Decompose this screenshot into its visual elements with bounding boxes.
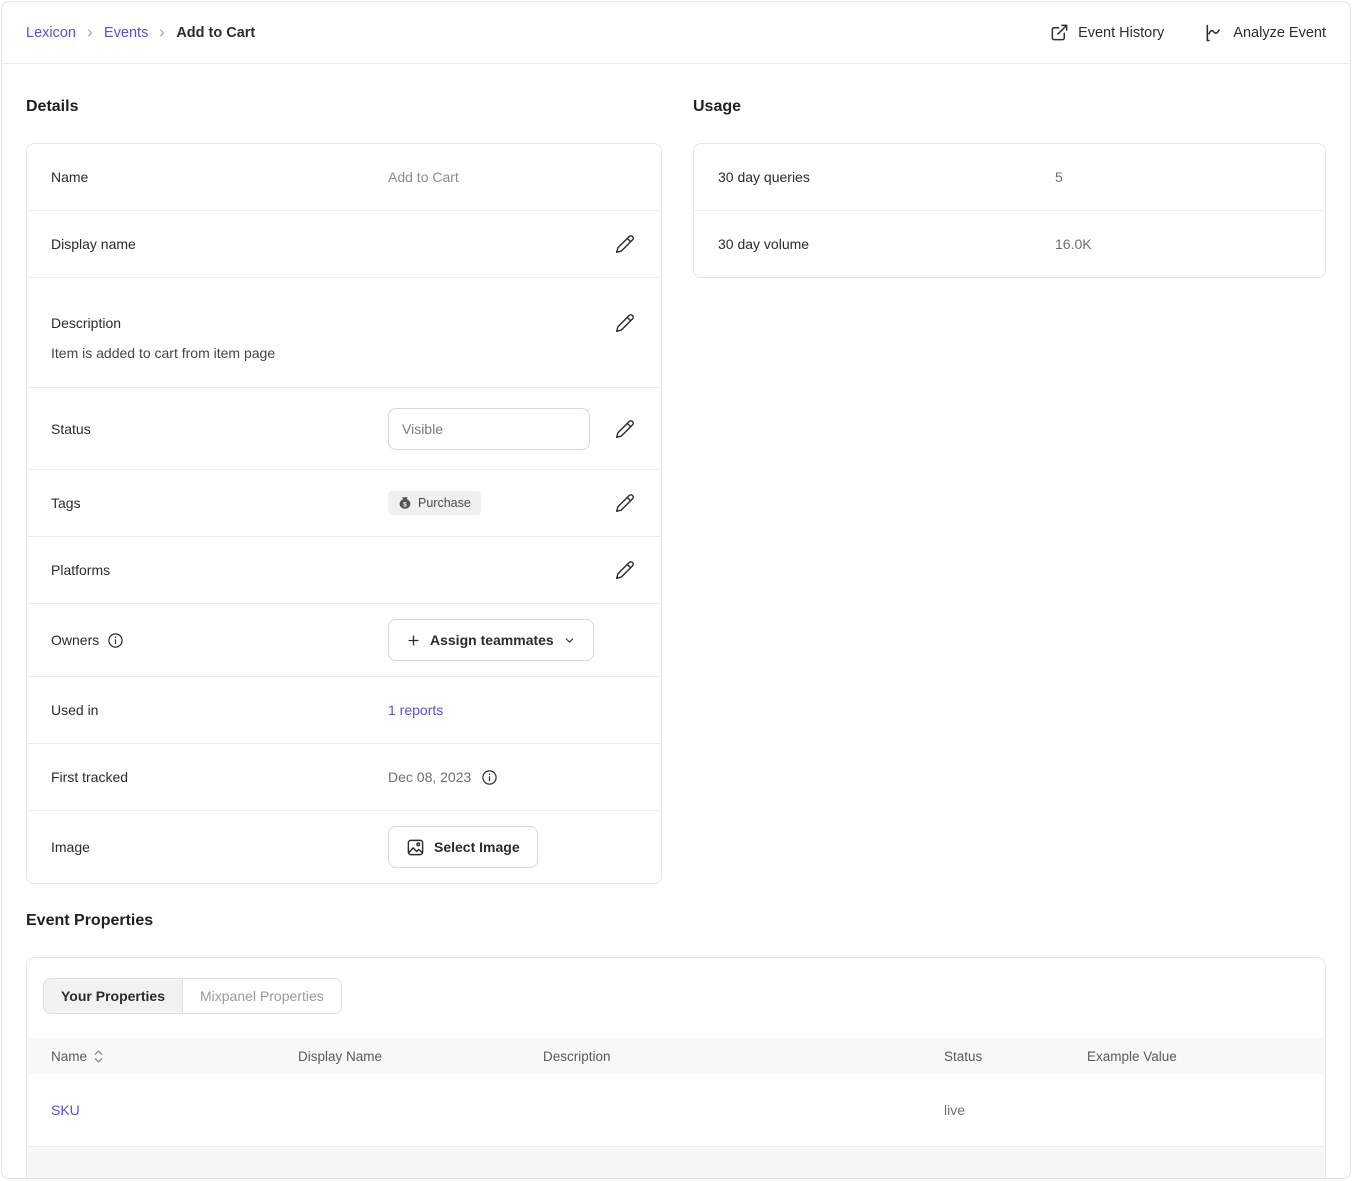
property-name-link[interactable]: SKU [51, 1102, 80, 1118]
event-properties-card: Your Properties Mixpanel Properties Name… [26, 957, 1326, 1179]
usage-value-queries: 5 [1055, 169, 1301, 185]
column-header-status: Status [920, 1049, 1063, 1064]
details-card: Name Add to Cart Display name [26, 143, 662, 884]
properties-tabs: Your Properties Mixpanel Properties [43, 978, 342, 1014]
pencil-icon [615, 419, 635, 439]
pencil-icon [615, 560, 635, 580]
details-title: Details [26, 96, 662, 118]
pencil-icon [615, 234, 635, 254]
used-in-reports-link[interactable]: 1 reports [388, 702, 443, 718]
pencil-icon [615, 493, 635, 513]
chevron-right-icon [156, 27, 168, 39]
detail-label-status: Status [51, 421, 388, 437]
properties-table-header: Name Display Name Description Status Exa… [27, 1038, 1325, 1074]
image-icon [406, 838, 425, 857]
breadcrumb-current: Add to Cart [176, 25, 255, 41]
detail-row-platforms: Platforms [27, 536, 661, 603]
select-image-button[interactable]: Select Image [388, 826, 538, 868]
breadcrumb-events[interactable]: Events [104, 25, 148, 41]
event-history-button[interactable]: Event History [1050, 23, 1164, 42]
property-status: live [920, 1176, 1063, 1180]
usage-title: Usage [693, 96, 1326, 118]
first-tracked-value: Dec 08, 2023 [388, 769, 471, 785]
property-name-link[interactable]: Scroll % [51, 1176, 102, 1180]
usage-value-volume: 16.0K [1055, 236, 1301, 252]
column-header-example-value: Example Value [1063, 1049, 1325, 1064]
detail-row-name: Name Add to Cart [27, 144, 661, 210]
topbar: Lexicon Events Add to Cart Event History [2, 2, 1350, 64]
usage-label-queries: 30 day queries [718, 169, 1055, 185]
detail-label-display-name: Display name [51, 236, 388, 252]
detail-label-first-tracked: First tracked [51, 769, 388, 785]
usage-section: Usage 30 day queries 5 30 day volume 16.… [693, 96, 1326, 278]
usage-row-queries: 30 day queries 5 [694, 144, 1325, 210]
breadcrumb: Lexicon Events Add to Cart [26, 25, 255, 41]
usage-card: 30 day queries 5 30 day volume 16.0K [693, 143, 1326, 278]
breadcrumb-lexicon[interactable]: Lexicon [26, 25, 76, 41]
column-header-name[interactable]: Name [51, 1049, 87, 1064]
analyze-event-button[interactable]: Analyze Event [1204, 23, 1326, 43]
tab-your-properties[interactable]: Your Properties [44, 979, 183, 1013]
event-properties-title: Event Properties [26, 910, 1326, 932]
detail-label-used-in: Used in [51, 702, 388, 718]
lexicon-event-detail-page: Lexicon Events Add to Cart Event History [1, 1, 1351, 1179]
chevron-down-icon [563, 634, 576, 647]
detail-row-status: Status Visible [27, 387, 661, 469]
svg-text:$: $ [403, 501, 407, 508]
event-properties-section: Event Properties Your Properties Mixpane… [26, 910, 1326, 1179]
main-content: Details Name Add to Cart Display name [2, 64, 1350, 1179]
detail-row-image: Image Select Image [27, 810, 661, 883]
detail-row-description: Description Item is added to cart from i… [27, 277, 661, 387]
detail-label-name: Name [51, 169, 388, 185]
money-bag-icon: $ [398, 496, 412, 510]
column-header-description: Description [519, 1049, 920, 1064]
usage-label-volume: 30 day volume [718, 236, 1055, 252]
edit-display-name-button[interactable] [613, 232, 637, 256]
detail-label-tags: Tags [51, 495, 388, 511]
detail-label-image: Image [51, 839, 388, 855]
plus-icon [406, 633, 421, 648]
status-select[interactable]: Visible [388, 408, 590, 450]
sort-icon[interactable] [94, 1050, 103, 1063]
detail-row-owners: Owners Assign teammates [27, 603, 661, 676]
pencil-icon [615, 313, 635, 333]
tag-chip-purchase[interactable]: $ Purchase [388, 491, 481, 515]
edit-tags-button[interactable] [613, 491, 637, 515]
detail-row-first-tracked: First tracked Dec 08, 2023 [27, 743, 661, 810]
external-link-icon [1050, 23, 1069, 42]
status-value: Visible [402, 421, 443, 437]
property-row-scroll[interactable]: Scroll % live [27, 1147, 1325, 1179]
assign-teammates-label: Assign teammates [430, 632, 554, 648]
edit-platforms-button[interactable] [613, 558, 637, 582]
property-status: live [920, 1102, 1063, 1118]
edit-status-button[interactable] [613, 417, 637, 441]
event-history-label: Event History [1078, 25, 1164, 41]
line-chart-icon [1204, 23, 1224, 43]
topbar-actions: Event History Analyze Event [1050, 23, 1326, 43]
detail-label-description: Description [51, 315, 121, 331]
detail-label-platforms: Platforms [51, 562, 388, 578]
column-header-display-name: Display Name [274, 1049, 519, 1064]
analyze-event-label: Analyze Event [1233, 25, 1326, 41]
tag-label: Purchase [418, 496, 471, 510]
details-section: Details Name Add to Cart Display name [26, 96, 662, 884]
detail-row-used-in: Used in 1 reports [27, 676, 661, 743]
chevron-right-icon [84, 27, 96, 39]
detail-row-tags: Tags $ Purchase [27, 469, 661, 536]
tab-mixpanel-properties[interactable]: Mixpanel Properties [183, 979, 341, 1013]
detail-row-display-name: Display name [27, 210, 661, 277]
detail-value-name: Add to Cart [388, 169, 637, 185]
info-icon[interactable] [107, 632, 124, 649]
assign-teammates-button[interactable]: Assign teammates [388, 619, 594, 661]
info-icon[interactable] [481, 769, 498, 786]
usage-row-volume: 30 day volume 16.0K [694, 210, 1325, 277]
property-row-sku[interactable]: SKU live [27, 1074, 1325, 1147]
detail-label-owners: Owners [51, 632, 99, 648]
description-text: Item is added to cart from item page [51, 343, 637, 363]
edit-description-button[interactable] [613, 311, 637, 335]
select-image-label: Select Image [434, 839, 520, 855]
